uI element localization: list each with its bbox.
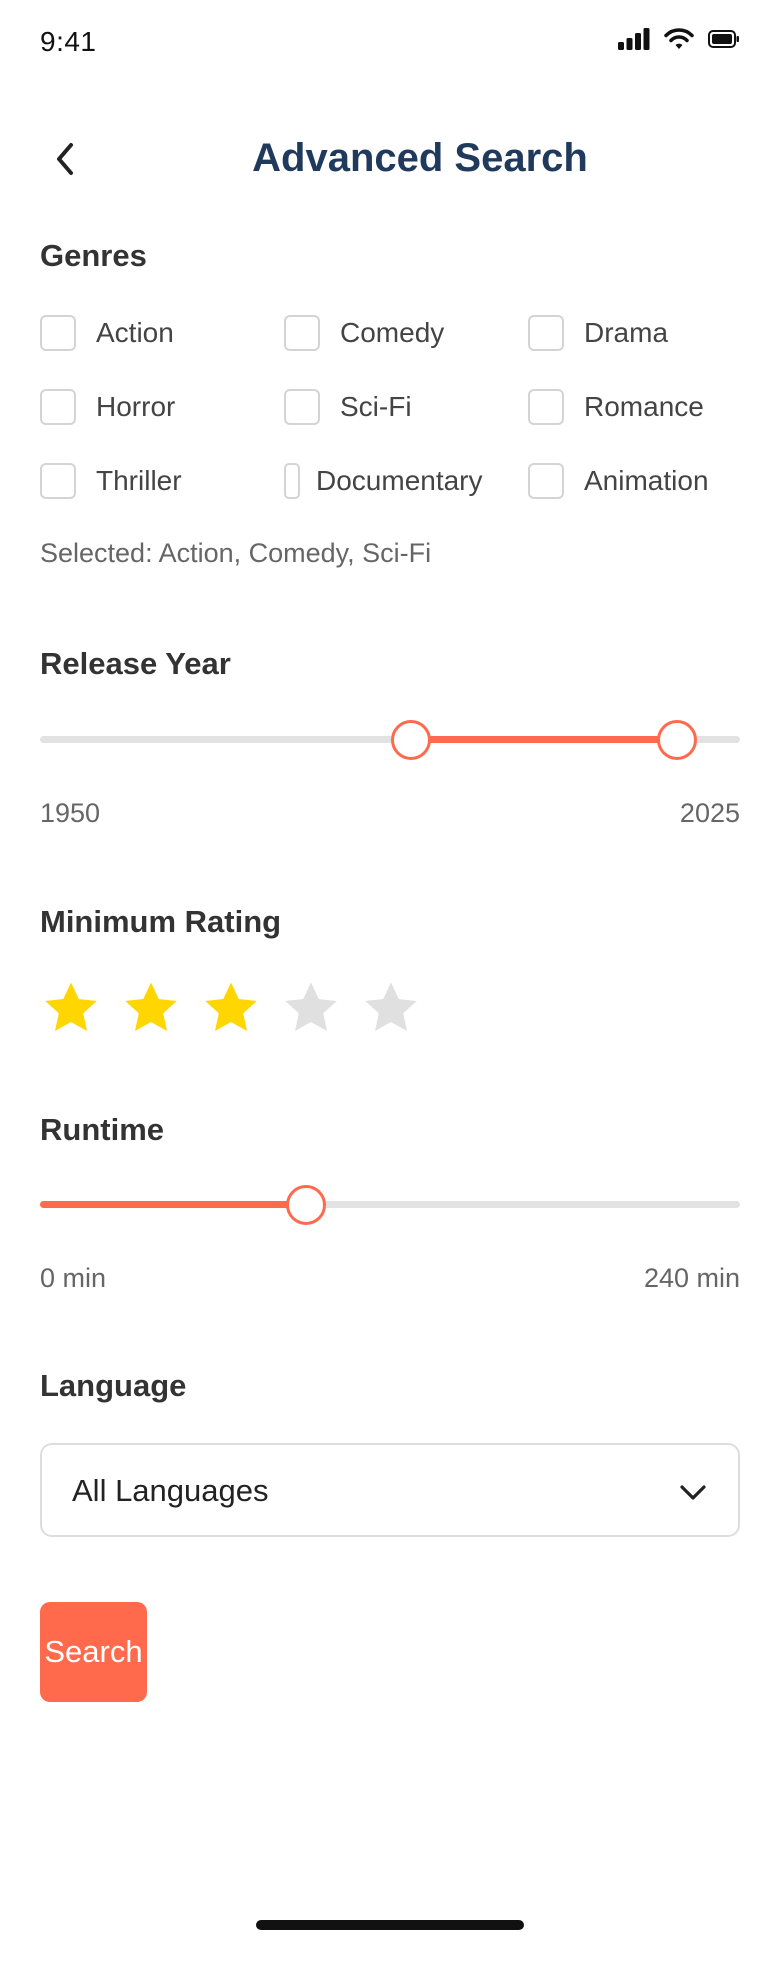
star-icon-3[interactable] [200, 978, 262, 1038]
genre-label: Documentary [316, 465, 483, 496]
runtime-slider[interactable] [40, 1183, 740, 1227]
slider-selected-range [411, 736, 677, 743]
checkbox-box[interactable] [40, 389, 76, 425]
genre-label: Sci-Fi [340, 391, 412, 422]
release-year-max-thumb[interactable] [657, 720, 697, 760]
page-title: Advanced Search [252, 136, 588, 180]
genre-checkbox-animation[interactable]: Animation [528, 460, 709, 502]
runtime-thumb[interactable] [286, 1185, 326, 1225]
genre-label: Comedy [340, 317, 445, 348]
genre-checkbox-romance[interactable]: Romance [528, 386, 704, 428]
genre-checkbox-thriller[interactable]: Thriller [40, 460, 182, 502]
slider-filled-range [40, 1201, 306, 1208]
status-bar: 9:41 [0, 0, 780, 90]
cellular-signal-icon [618, 28, 650, 50]
genre-checkbox-sci-fi[interactable]: Sci-Fi [284, 386, 412, 428]
runtime-min-label: 0 min [40, 1263, 107, 1293]
genre-label: Horror [96, 391, 176, 422]
selected-genres-summary: Selected: Action, Comedy, Sci-Fi [40, 538, 432, 568]
genre-label: Thriller [96, 465, 182, 496]
genre-label: Romance [584, 391, 704, 422]
star-icon-4[interactable] [280, 978, 342, 1038]
release-year-section-title: Release Year [40, 646, 231, 681]
runtime-section-title: Runtime [40, 1112, 164, 1147]
chevron-down-icon [680, 1485, 706, 1500]
release-year-max-label: 2025 [679, 798, 740, 828]
minimum-rating-section-title: Minimum Rating [40, 904, 282, 939]
genres-section-title: Genres [40, 238, 147, 273]
home-indicator [256, 1920, 524, 1930]
checkbox-box[interactable] [284, 389, 320, 425]
checkbox-box[interactable] [528, 463, 564, 499]
language-select[interactable]: All Languages [40, 1443, 740, 1537]
checkbox-box[interactable] [528, 315, 564, 351]
checkbox-box[interactable] [284, 315, 320, 351]
language-select-value: All Languages [72, 1473, 269, 1508]
genre-checkbox-horror[interactable]: Horror [40, 386, 175, 428]
status-icons [618, 28, 740, 50]
genre-label: Animation [584, 465, 709, 496]
checkbox-box[interactable] [40, 463, 76, 499]
checkbox-box[interactable] [284, 463, 300, 499]
genre-label: Drama [584, 317, 669, 348]
genre-label: Action [96, 317, 174, 348]
release-year-min-label: 1950 [40, 798, 101, 828]
checkbox-box[interactable] [40, 315, 76, 351]
star-icon-2[interactable] [120, 978, 182, 1038]
language-section-title: Language [40, 1368, 187, 1403]
search-button[interactable]: Search [40, 1602, 147, 1702]
status-time: 9:41 [40, 26, 97, 57]
star-icon-1[interactable] [40, 978, 102, 1038]
release-year-min-thumb[interactable] [391, 720, 431, 760]
genre-checkbox-action[interactable]: Action [40, 312, 174, 354]
star-icon-5[interactable] [360, 978, 422, 1038]
header: Advanced Search [0, 130, 780, 190]
genre-checkbox-drama[interactable]: Drama [528, 312, 668, 354]
release-year-range-slider[interactable] [40, 718, 740, 762]
battery-icon [708, 30, 739, 48]
wifi-icon [664, 28, 694, 49]
genre-checkbox-documentary[interactable]: Documentary [284, 460, 483, 502]
minimum-rating-stars [40, 978, 422, 1038]
checkbox-box[interactable] [528, 389, 564, 425]
runtime-max-label: 240 min [643, 1263, 740, 1293]
genre-checkbox-comedy[interactable]: Comedy [284, 312, 444, 354]
